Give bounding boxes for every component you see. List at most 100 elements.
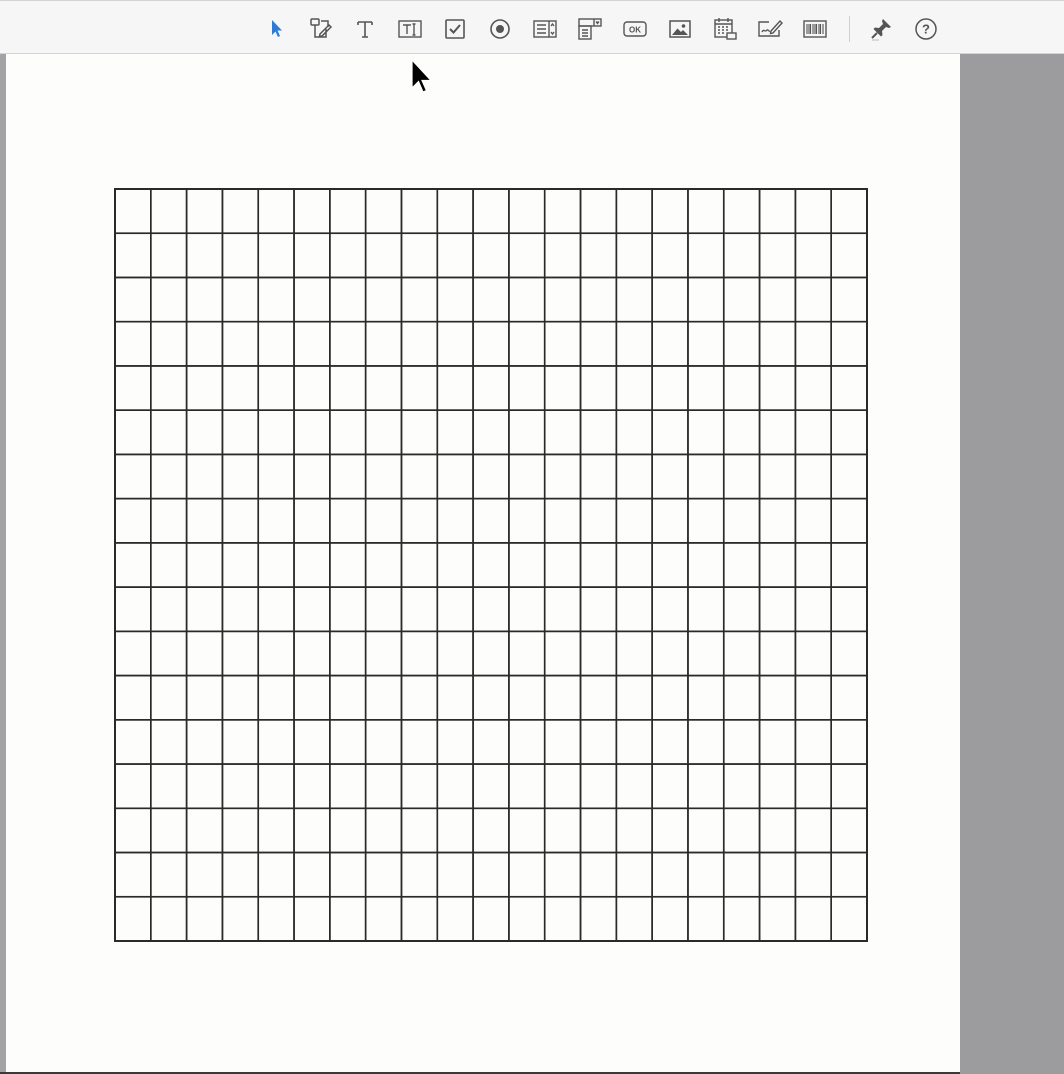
grid-cell [221, 674, 260, 721]
grid-cell [257, 232, 295, 279]
grid-cell [472, 409, 510, 456]
grid-cell [722, 453, 761, 500]
toolbar-divider [849, 16, 850, 42]
grid-cell [687, 674, 725, 721]
grid-cell [615, 763, 653, 810]
grid-cell [472, 719, 510, 765]
checkbox-tool-button[interactable] [440, 14, 470, 44]
grid-cell [150, 188, 188, 235]
grid-cell [687, 365, 725, 411]
grid-cell [114, 719, 152, 765]
grid-cell [508, 851, 546, 898]
grid-cell [257, 851, 295, 898]
grid-cell [185, 895, 224, 942]
grid-cell [436, 497, 474, 544]
dropdown-tool-button[interactable] [575, 14, 605, 44]
grid-cell [221, 763, 260, 810]
grid-cell [615, 232, 653, 279]
edit-form-icon [310, 18, 333, 38]
grid-cell [150, 719, 188, 765]
grid-cell [543, 719, 582, 765]
grid-cell [329, 719, 367, 765]
grid-cell [293, 807, 331, 854]
grid-cell [257, 320, 295, 367]
ok-button-tool-button[interactable]: OK [620, 14, 650, 44]
grid-cell [615, 851, 653, 898]
grid-cell [114, 497, 152, 544]
grid-cell [400, 719, 439, 765]
grid-cell [651, 807, 689, 854]
grid-cell [651, 276, 689, 323]
barcode-icon [803, 20, 827, 38]
add-text-tool-button[interactable] [350, 14, 380, 44]
grid-cell [543, 630, 582, 677]
grid-cell [257, 807, 295, 854]
grid-cell [185, 409, 224, 456]
grid-cell [400, 453, 439, 500]
grid-cell [758, 851, 797, 898]
grid-cell [150, 232, 188, 279]
grid-cell [830, 320, 868, 367]
grid-cell [150, 586, 188, 633]
grid-cell [436, 674, 474, 721]
grid-cell [758, 276, 797, 323]
grid-cell [794, 586, 832, 633]
grid-cell [579, 763, 618, 810]
text-field-icon [398, 20, 422, 38]
grid-cell [687, 586, 725, 633]
grid-cell [257, 630, 295, 677]
grid-cell [508, 719, 546, 765]
grid-cell [508, 763, 546, 810]
grid-cell [293, 409, 331, 456]
grid-cell [615, 674, 653, 721]
select-arrow-icon [272, 20, 282, 37]
grid-cell [794, 453, 832, 500]
grid-cell [150, 763, 188, 810]
pin-toolbar-button[interactable] [866, 14, 896, 44]
grid-cell [185, 586, 224, 633]
grid-cell [114, 276, 152, 323]
grid-cell [293, 674, 331, 721]
grid-cell [221, 497, 260, 544]
signature-field-tool-button[interactable] [755, 14, 785, 44]
date-field-tool-button[interactable] [710, 14, 740, 44]
grid-cell [758, 320, 797, 367]
grid-cell [615, 453, 653, 500]
grid-cell [508, 320, 546, 367]
image-field-tool-button[interactable] [665, 14, 695, 44]
grid-cell [400, 895, 439, 942]
grid-cell [579, 542, 618, 588]
grid-cell [615, 586, 653, 633]
grid-cell [508, 586, 546, 633]
grid-cell [615, 630, 653, 677]
select-tool-button[interactable] [261, 14, 291, 44]
edit-form-tool-button[interactable] [305, 14, 335, 44]
grid-cell [830, 895, 868, 942]
list-box-tool-button[interactable] [530, 14, 560, 44]
grid-cell [329, 497, 367, 544]
text-field-tool-button[interactable] [395, 14, 425, 44]
help-toolbar-button[interactable]: ? [911, 14, 941, 44]
grid-cell [293, 719, 331, 765]
grid-cell [722, 320, 761, 367]
grid-cell [508, 409, 546, 456]
grid-cell [436, 719, 474, 765]
grid-cell [364, 586, 403, 633]
barcode-tool-button[interactable] [800, 14, 830, 44]
grid-cell [114, 586, 152, 633]
grid-cell [150, 365, 188, 411]
grid-cell [257, 365, 295, 411]
grid-cell [150, 497, 188, 544]
grid-cell [150, 409, 188, 456]
grid-cell [794, 365, 832, 411]
grid-cell [794, 807, 832, 854]
grid-cell [400, 497, 439, 544]
grid-cell [221, 320, 260, 367]
grid-cell [830, 409, 868, 456]
radio-button-tool-button[interactable] [485, 14, 515, 44]
grid-cell [687, 497, 725, 544]
grid-cell [687, 851, 725, 898]
grid-cell [293, 895, 331, 942]
grid-cell [293, 232, 331, 279]
grid-cell [436, 409, 474, 456]
